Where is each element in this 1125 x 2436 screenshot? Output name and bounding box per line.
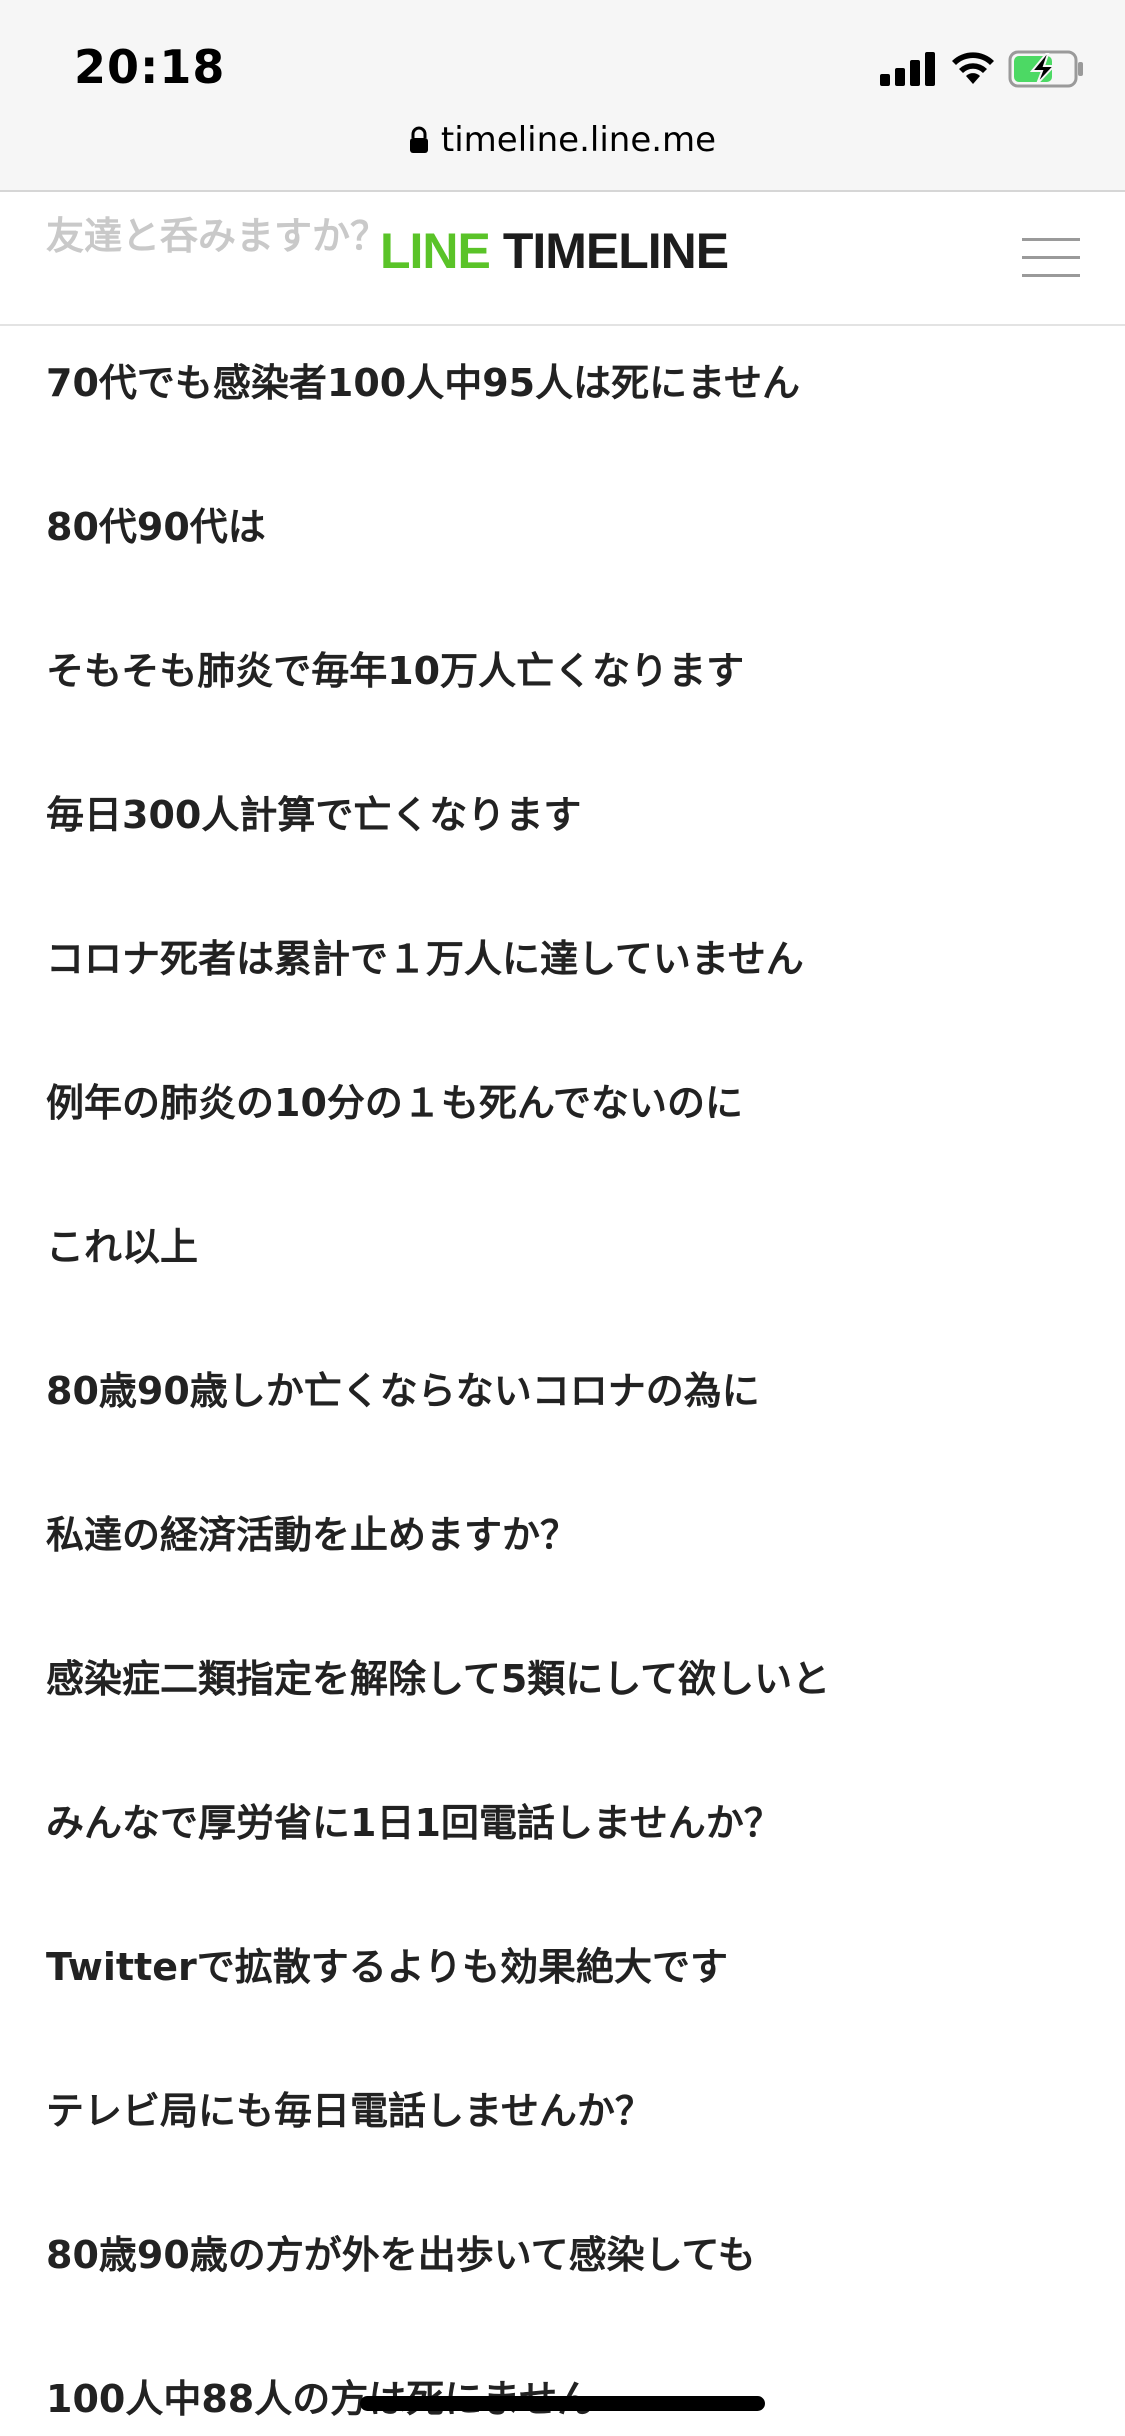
address-bar[interactable]: timeline.line.me — [0, 112, 1125, 190]
battery-charging-icon — [1008, 50, 1083, 88]
post-line: 80歳90歳の方が外を出歩いて感染しても — [46, 2233, 756, 2277]
post-line: 私達の経済活動を止めますか？ — [46, 1513, 579, 1557]
logo-timeline: TIMELINE — [502, 223, 729, 279]
post-line: みんなで厚労省に1日1回電話しませんか？ — [46, 1801, 782, 1845]
post-line: 80代90代は — [46, 505, 266, 549]
post-line: 70代でも感染者100人中95人は死にません — [46, 361, 800, 405]
post-line: これ以上 — [46, 1225, 199, 1269]
post-line: 例年の肺炎の10分の１も死んでないのに — [46, 1081, 743, 1125]
logo-line: LINE — [380, 223, 491, 279]
lock-icon — [409, 126, 428, 153]
hamburger-menu-icon[interactable] — [1022, 234, 1080, 282]
post-line: テレビ局にも毎日電話しませんか？ — [46, 2089, 653, 2133]
url-text: timeline.line.me — [440, 120, 717, 160]
scrolled-post-line: 友達と呑みますか？ — [46, 214, 389, 258]
home-indicator[interactable] — [360, 2396, 765, 2411]
wifi-icon — [952, 52, 994, 84]
post-line: 感染症二類指定を解除して5類にして欲しいと — [46, 1657, 831, 1701]
post-line: 毎日300人計算で亡くなります — [46, 793, 582, 837]
post-line: コロナ死者は累計で１万人に達していません — [46, 937, 804, 981]
line-timeline-logo[interactable]: LINE TIMELINE — [380, 222, 729, 280]
post-line: 80歳90歳しか亡くならないコロナの為に — [46, 1369, 760, 1413]
status-time: 20:18 — [74, 40, 226, 94]
post-line: そもそも肺炎で毎年10万人亡くなります — [46, 649, 745, 693]
post-line: Twitterで拡散するよりも効果絶大です — [46, 1945, 728, 1989]
signal-icon — [880, 52, 936, 86]
